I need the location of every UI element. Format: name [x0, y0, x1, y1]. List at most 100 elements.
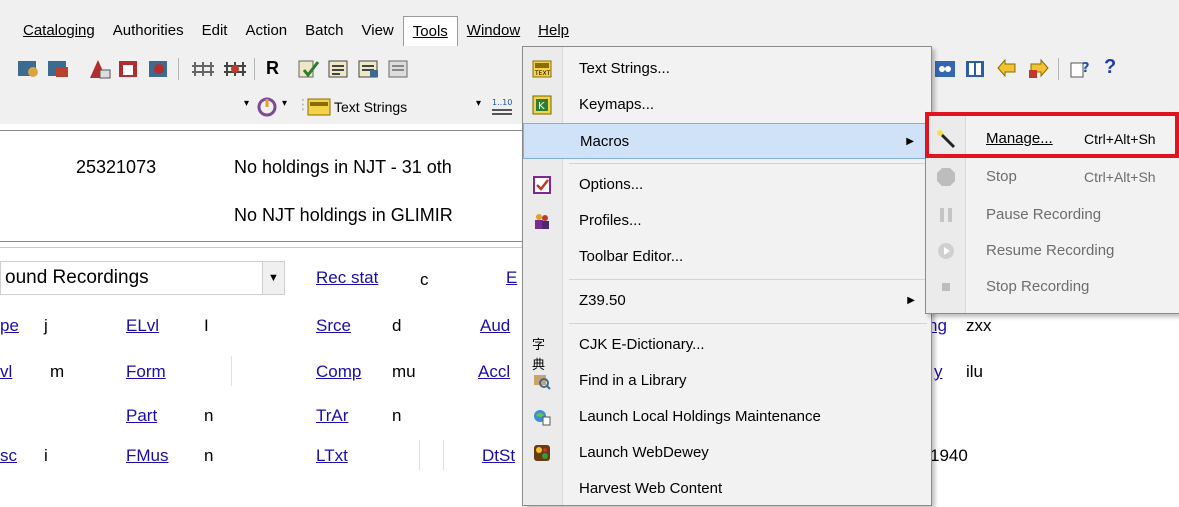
field-label-comp[interactable]: Comp — [316, 362, 361, 382]
field-label-fmus[interactable]: FMus — [126, 446, 169, 466]
field-label-aud[interactable]: Aud — [480, 316, 510, 336]
menu-item-launch-webdewey[interactable]: Launch WebDewey — [523, 435, 931, 471]
submenu-item-stop-recording[interactable]: Stop Recording — [926, 269, 1179, 305]
pause-icon — [940, 208, 952, 222]
help-topics-icon[interactable]: ? — [1068, 58, 1094, 80]
menu-authorities[interactable]: Authorities — [104, 16, 193, 46]
field-label-rec-stat[interactable]: Rec stat — [316, 268, 378, 288]
menu-item-text-strings[interactable]: TEXT Text Strings... — [523, 51, 931, 87]
menu-item-macros[interactable]: Macros ▶ — [523, 123, 931, 159]
format-select[interactable]: ound Recordings ▼ — [0, 261, 285, 295]
field-label-trar[interactable]: TrAr — [316, 406, 348, 426]
field-label-accm[interactable]: Accl — [478, 362, 510, 382]
stop-recording-icon — [942, 283, 950, 291]
text-strings-button[interactable]: Text Strings — [334, 99, 407, 115]
help-icon[interactable]: ? — [1104, 56, 1116, 79]
field-label-ctry[interactable]: y — [934, 362, 943, 382]
submenu-item-resume-recording[interactable]: Resume Recording — [926, 233, 1179, 269]
field-label-elvl[interactable]: ELvl — [126, 316, 159, 336]
resume-icon — [938, 243, 954, 259]
record-search-icon[interactable] — [16, 58, 42, 80]
submenu-item-stop[interactable]: Stop Ctrl+Alt+Sh — [926, 159, 1179, 195]
control-headings-icon[interactable] — [326, 58, 352, 80]
menu-item-options[interactable]: Options... — [523, 167, 931, 203]
holdings-maintenance-icon — [534, 410, 551, 426]
field-label-form[interactable]: Form — [126, 362, 166, 382]
authority-browse-icon[interactable] — [116, 58, 142, 80]
reformat-icon[interactable]: R — [266, 58, 279, 79]
workform-icon[interactable] — [933, 58, 959, 80]
field-value-srce[interactable]: d — [392, 316, 401, 336]
menu-item-toolbar-editor[interactable]: Toolbar Editor... — [523, 239, 931, 275]
field-value-form[interactable] — [204, 356, 232, 386]
keymaps-icon: K — [532, 95, 552, 115]
menu-action[interactable]: Action — [236, 16, 296, 46]
field-value-type[interactable]: j — [44, 316, 48, 336]
field-value-lang[interactable]: zxx — [966, 316, 992, 336]
menu-item-z3950[interactable]: Z39.50 ▶ — [523, 283, 931, 319]
next-record-icon[interactable] — [1025, 58, 1051, 80]
field-label-srce[interactable]: Srce — [316, 316, 351, 336]
field-value-comp[interactable]: mu — [392, 362, 416, 382]
menu-item-find-in-library[interactable]: Find in a Library — [523, 363, 931, 399]
field-value-part[interactable]: n — [204, 406, 213, 426]
dropdown-arrow-icon[interactable]: ▾ — [282, 98, 287, 109]
authority-search-icon[interactable] — [86, 58, 112, 80]
field-label-part[interactable]: Part — [126, 406, 157, 426]
field-value-rec-stat[interactable]: c — [420, 270, 429, 290]
record-browse-icon[interactable] — [46, 58, 72, 80]
field-label-dtst[interactable]: DtSt — [482, 446, 515, 466]
field-label-e[interactable]: E — [506, 268, 517, 288]
record-options-icon[interactable] — [386, 58, 412, 80]
menu-separator — [569, 279, 927, 280]
menu-item-keymaps[interactable]: K Keymaps... — [523, 87, 931, 123]
validate-icon[interactable] — [296, 58, 322, 80]
field-value-ltxt-2[interactable] — [422, 440, 444, 470]
macro-run-icon[interactable] — [256, 96, 282, 118]
annotation-highlight-box — [925, 112, 1179, 158]
dropdown-arrow-icon[interactable]: ▾ — [476, 98, 481, 109]
field-value-blvl[interactable]: m — [50, 362, 64, 382]
submenu-item-pause-recording[interactable]: Pause Recording — [926, 197, 1179, 233]
field-value-ctry[interactable]: ilu — [966, 362, 983, 382]
grid-icon[interactable] — [190, 58, 216, 80]
authority-record-icon[interactable] — [146, 58, 172, 80]
menu-cataloging[interactable]: Cataloging — [14, 16, 104, 46]
menu-edit[interactable]: Edit — [193, 16, 237, 46]
field-label-type[interactable]: pe — [0, 316, 19, 336]
toolbar-separator — [178, 58, 179, 80]
menu-tools[interactable]: Tools — [402, 16, 458, 46]
field-label-desc[interactable]: sc — [0, 446, 17, 466]
field-value-dates[interactable]: 1940 — [930, 446, 968, 466]
field-label-blvl[interactable]: vl — [0, 362, 12, 382]
menu-help[interactable]: Help — [529, 16, 578, 46]
insert-from-cited-icon[interactable] — [356, 58, 382, 80]
text-strings-icon[interactable] — [306, 96, 332, 118]
menu-separator — [569, 163, 927, 164]
submenu-arrow-icon: ▶ — [907, 295, 915, 306]
dropdown-arrow-icon[interactable]: ▼ — [262, 262, 284, 294]
field-value-fmus[interactable]: n — [204, 446, 213, 466]
options-icon — [533, 176, 551, 194]
menu-item-local-holdings-maintenance[interactable]: Launch Local Holdings Maintenance — [523, 399, 931, 435]
menu-batch[interactable]: Batch — [296, 16, 352, 46]
field-label-ltxt[interactable]: LTxt — [316, 446, 348, 466]
field-value-desc[interactable]: i — [44, 446, 48, 466]
menu-view[interactable]: View — [353, 16, 403, 46]
field-value-trar[interactable]: n — [392, 406, 401, 426]
menu-item-harvest-web-content[interactable]: Harvest Web Content — [523, 471, 931, 507]
menu-item-profiles[interactable]: Profiles... — [523, 203, 931, 239]
svg-text:?: ? — [1082, 61, 1090, 76]
menu-window[interactable]: Window — [458, 16, 529, 46]
book-icon[interactable] — [963, 58, 989, 80]
keymap-numbers-icon[interactable]: 1..10 — [490, 96, 516, 118]
holdings-glimir: No NJT holdings in GLIMIR — [234, 205, 453, 225]
field-value-elvl[interactable]: I — [204, 316, 209, 336]
dropdown-arrow-icon[interactable]: ▾ — [244, 98, 249, 109]
grid-highlight-icon[interactable] — [222, 58, 248, 80]
menu-item-cjk-dictionary[interactable]: 字典 CJK E-Dictionary... — [523, 327, 931, 372]
svg-text:K: K — [538, 101, 545, 112]
field-value-ltxt[interactable] — [396, 440, 420, 470]
holdings-summary: No holdings in NJT - 31 oth — [234, 157, 452, 177]
previous-record-icon[interactable] — [995, 58, 1021, 80]
